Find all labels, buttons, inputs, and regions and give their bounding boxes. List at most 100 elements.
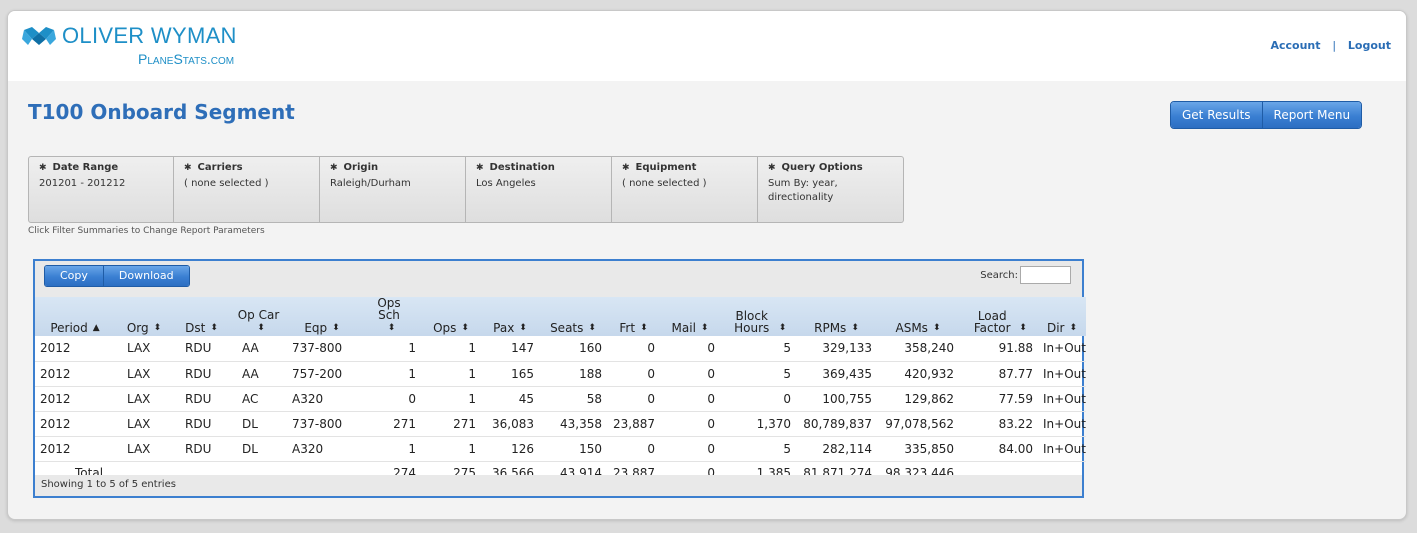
column-header-label: Eqp (304, 321, 328, 335)
table-cell: 1 (421, 361, 481, 387)
table-cell: 84.00 (959, 436, 1038, 462)
column-header-label: Load Factor (973, 309, 1011, 335)
get-results-button[interactable]: Get Results (1171, 102, 1262, 128)
sort-both-icon: ⬍ (851, 323, 859, 333)
table-cell: AC (230, 386, 287, 412)
table-cell: 0 (660, 436, 720, 462)
table-cell: LAX (115, 361, 173, 387)
table-cell: LAX (115, 336, 173, 362)
table-cell: 0 (607, 361, 660, 387)
table-cell: 2012 (35, 436, 115, 462)
download-button[interactable]: Download (102, 266, 189, 286)
column-header[interactable]: Org ⬍ (115, 297, 173, 336)
table-cell: In+Out (1038, 436, 1086, 462)
table-cell: 1 (421, 386, 481, 412)
column-header[interactable]: ASMs ⬍ (877, 297, 959, 336)
table-cell: 271 (357, 411, 421, 437)
table-cell: 0 (607, 436, 660, 462)
table-cell: 335,850 (877, 436, 959, 462)
filter-label: Query Options (781, 162, 863, 173)
column-header-label: Frt (619, 321, 636, 335)
filter-value: ( none selected ) (184, 178, 269, 189)
column-header[interactable]: Period ▲ (35, 297, 115, 336)
column-header[interactable]: Frt ⬍ (607, 297, 660, 336)
column-header[interactable]: Dst ⬍ (173, 297, 230, 336)
column-header[interactable]: Ops Sch⬍ (357, 297, 421, 336)
column-header[interactable]: Mail ⬍ (660, 297, 720, 336)
filter-hint: Click Filter Summaries to Change Report … (28, 226, 265, 236)
column-header[interactable]: Load Factor ⬍ (959, 297, 1038, 336)
table-row: 2012 LAX RDU DL 737-800 271 271 36,083 43,358 23,… (35, 411, 1086, 437)
table-cell: 329,133 (796, 336, 877, 362)
copy-button[interactable]: Copy (45, 266, 103, 286)
column-header-label: Pax (493, 321, 515, 335)
filter-query-options[interactable]: ✱ Query Options Sum By: year, directional… (758, 156, 904, 223)
table-info: Showing 1 to 5 of 5 entries (35, 475, 1082, 496)
gear-icon: ✱ (39, 163, 47, 173)
column-header[interactable]: Eqp ⬍ (287, 297, 357, 336)
brand-name: OLIVER WYMAN (62, 23, 237, 48)
filter-equipment[interactable]: ✱ Equipment ( none selected ) (612, 156, 758, 223)
table-row: 2012 LAX RDU AA 737-800 1 1 147 160 0 0 5 329,133 358… (35, 336, 1086, 362)
table-cell: RDU (173, 386, 230, 412)
column-header[interactable]: Pax ⬍ (481, 297, 539, 336)
table-cell: 420,932 (877, 361, 959, 387)
filter-carriers[interactable]: ✱ Carriers ( none selected ) (174, 156, 320, 223)
filter-value: Raleigh/Durham (330, 178, 411, 189)
column-header[interactable]: Ops ⬍ (421, 297, 481, 336)
column-header-label: Org (126, 321, 149, 335)
table-cell: 188 (539, 361, 607, 387)
table-cell: RDU (173, 411, 230, 437)
table-cell: 83.22 (959, 411, 1038, 437)
column-header[interactable]: RPMs ⬍ (796, 297, 877, 336)
column-header-label: Block Hours (734, 309, 770, 335)
table-cell: 23,887 (607, 411, 660, 437)
filter-date-range[interactable]: ✱ Date Range 201201 - 201212 (28, 156, 174, 223)
table-cell: 160 (539, 336, 607, 362)
table-cell: RDU (173, 361, 230, 387)
table-cell: 5 (720, 336, 796, 362)
filter-destination[interactable]: ✱ Destination Los Angeles (466, 156, 612, 223)
table-cell: 45 (481, 386, 539, 412)
gear-icon: ✱ (476, 163, 484, 173)
table-cell: 36,083 (481, 411, 539, 437)
table-cell: 737-800 (287, 411, 357, 437)
top-links: Account | Logout (1270, 39, 1391, 52)
table-cell: In+Out (1038, 361, 1086, 387)
app-window: OLIVER WYMAN PlaneStats.com Account | Lo… (7, 10, 1407, 520)
table-cell: RDU (173, 436, 230, 462)
column-header-label: Ops (433, 321, 457, 335)
table-cell: 0 (660, 336, 720, 362)
link-separator: | (1332, 39, 1337, 52)
column-header-label: Dir (1046, 321, 1065, 335)
logout-link[interactable]: Logout (1348, 39, 1391, 52)
filter-label: Destination (489, 162, 555, 173)
filter-origin[interactable]: ✱ Origin Raleigh/Durham (320, 156, 466, 223)
column-header-label: Op Car (237, 308, 280, 322)
table-cell: 757-200 (287, 361, 357, 387)
table-cell: 1 (421, 436, 481, 462)
search-label: Search: (980, 270, 1018, 281)
account-link[interactable]: Account (1270, 39, 1320, 52)
sort-both-icon: ⬍ (332, 323, 340, 333)
gear-icon: ✱ (184, 163, 192, 173)
table-cell: 126 (481, 436, 539, 462)
table-cell: AA (230, 361, 287, 387)
table-cell: 43,358 (539, 411, 607, 437)
column-header[interactable]: Seats ⬍ (539, 297, 607, 336)
table-cell: 0 (607, 336, 660, 362)
results-table: Period ▲ Org ⬍ Dst ⬍ Op Car⬍ Eqp ⬍ Ops Sch⬍ Ops ⬍ Pa… (35, 297, 1086, 484)
column-header[interactable]: Op Car⬍ (230, 297, 287, 336)
report-menu-button[interactable]: Report Menu (1261, 102, 1362, 128)
table-cell: 1 (357, 436, 421, 462)
search-input[interactable] (1020, 266, 1071, 284)
column-header-label: Ops Sch (377, 296, 401, 322)
table-cell: 0 (660, 361, 720, 387)
table-cell: 129,862 (877, 386, 959, 412)
table-cell: 147 (481, 336, 539, 362)
column-header[interactable]: Dir ⬍ (1038, 297, 1086, 336)
table-cell: LAX (115, 386, 173, 412)
column-header-label: Seats (550, 321, 584, 335)
column-header[interactable]: Block Hours ⬍ (720, 297, 796, 336)
table-cell: A320 (287, 386, 357, 412)
